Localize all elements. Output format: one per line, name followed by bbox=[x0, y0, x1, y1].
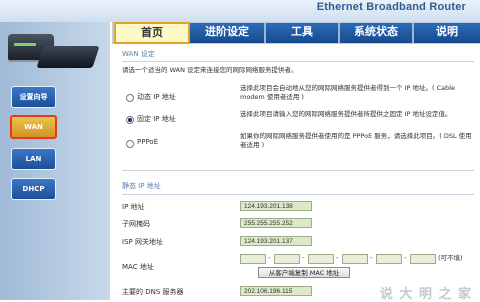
mac-optional-note: (可不填) bbox=[438, 254, 463, 262]
option-desc-static-ip: 选择此项目请输入您的网际网络服务提供者所提供之固定 IP 地址设定值。 bbox=[240, 110, 452, 118]
clone-mac-button[interactable]: 从客户端复制 MAC 地址 bbox=[258, 267, 350, 278]
watermark: 说 大 明 之 家 bbox=[379, 287, 472, 302]
brand-title: Ethernet Broadband Router bbox=[316, 1, 466, 13]
header-banner: Ethernet Broadband Router bbox=[0, 0, 480, 22]
field-label-dns: 主要的 DNS 服务器 bbox=[122, 288, 184, 296]
divider bbox=[122, 170, 474, 171]
subnet-mask-input[interactable]: 255.255.255.252 bbox=[240, 218, 312, 228]
sidebar-item-dhcp[interactable]: DHCP bbox=[11, 178, 56, 200]
gateway-input[interactable]: 124.193.201.137 bbox=[240, 236, 312, 246]
tab-status[interactable]: 系统状态 bbox=[340, 23, 414, 43]
option-label-dynamic-ip: 动态 IP 地址 bbox=[137, 93, 176, 101]
mac-input-1[interactable] bbox=[240, 254, 266, 264]
mac-input-6[interactable] bbox=[410, 254, 436, 264]
wan-intro: 请选一个适当的 WAN 设定来连接您的网际网络服务提供者。 bbox=[122, 66, 298, 74]
dns-input[interactable]: 202.106.196.115 bbox=[240, 286, 312, 296]
tab-tools[interactable]: 工具 bbox=[266, 23, 340, 43]
sidebar-item-wan[interactable]: WAN bbox=[10, 115, 57, 139]
wan-section-title: WAN 设定 bbox=[122, 50, 155, 58]
option-label-pppoe: PPPoE bbox=[137, 138, 159, 146]
radio-dynamic-ip[interactable] bbox=[126, 94, 134, 102]
field-label-ip: IP 地址 bbox=[122, 203, 145, 211]
top-tabs: 首页 进阶设定 工具 系统状态 说明 bbox=[112, 22, 480, 44]
mac-separator: - bbox=[404, 254, 407, 262]
mac-separator: - bbox=[336, 254, 339, 262]
tab-help[interactable]: 说明 bbox=[414, 23, 480, 43]
mac-input-5[interactable] bbox=[376, 254, 402, 264]
sidebar-item-lan[interactable]: LAN bbox=[11, 148, 56, 170]
option-desc-pppoe: 如果你的网际网络服务提供者使用的是 PPPoE 服务，请选择此项目。( DSL … bbox=[240, 132, 472, 149]
divider bbox=[122, 194, 474, 195]
divider bbox=[122, 61, 474, 62]
mac-input-2[interactable] bbox=[274, 254, 300, 264]
ip-address-input[interactable]: 124.193.201.138 bbox=[240, 201, 312, 211]
field-label-subnet: 子网掩码 bbox=[122, 220, 150, 228]
option-desc-dynamic-ip: 选择此项目会自动地从您的网际网络服务提供者得到一个 IP 地址。( Cable … bbox=[240, 84, 456, 101]
mac-input-4[interactable] bbox=[342, 254, 368, 264]
radio-pppoe[interactable] bbox=[126, 140, 134, 148]
tab-home[interactable]: 首页 bbox=[114, 22, 190, 44]
field-label-gateway: ISP 网关地址 bbox=[122, 238, 163, 246]
sidebar-item-setup-wizard[interactable]: 设置向导 bbox=[11, 86, 56, 108]
mac-input-3[interactable] bbox=[308, 254, 334, 264]
mac-separator: - bbox=[302, 254, 305, 262]
option-label-static-ip: 固定 IP 地址 bbox=[137, 115, 176, 123]
mac-separator: - bbox=[370, 254, 373, 262]
router-front-icon bbox=[36, 46, 100, 68]
main-content: WAN 设定 请选一个适当的 WAN 设定来连接您的网际网络服务提供者。 动态 … bbox=[114, 44, 480, 302]
radio-static-ip[interactable] bbox=[126, 116, 134, 124]
sidebar: 设置向导 WAN LAN DHCP bbox=[0, 22, 110, 300]
static-section-title: 静态 IP 地址 bbox=[122, 182, 161, 190]
mac-separator: - bbox=[268, 254, 271, 262]
tab-advanced[interactable]: 进阶设定 bbox=[190, 23, 266, 43]
field-label-mac: MAC 地址 bbox=[122, 263, 154, 271]
